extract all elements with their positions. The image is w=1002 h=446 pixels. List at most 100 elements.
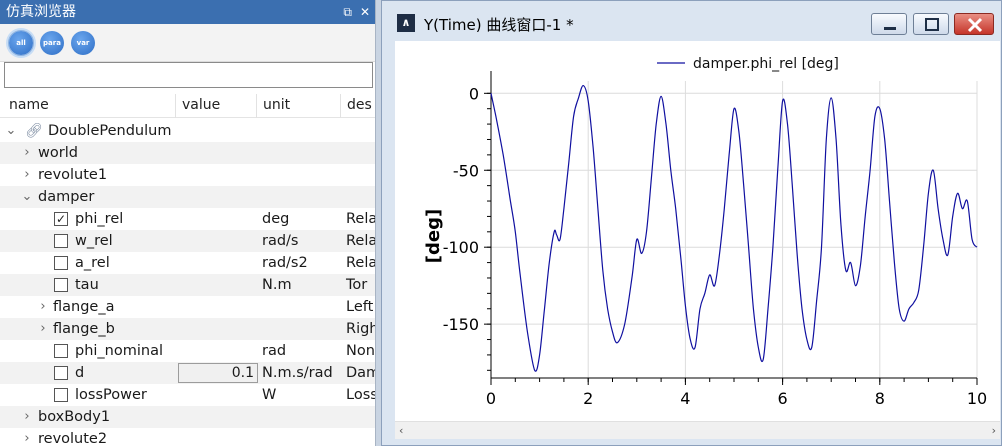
- description-cell: Tor: [346, 277, 368, 293]
- x-tick-label: 2: [583, 389, 593, 408]
- plot-checkbox[interactable]: [54, 234, 68, 248]
- tree-item-label: w_rel: [75, 233, 113, 249]
- description-cell: Loss: [346, 387, 376, 403]
- plot-checkbox-checked[interactable]: ✓: [54, 212, 68, 226]
- y-tick-label: -50: [453, 161, 479, 180]
- tree-row-world[interactable]: › world: [0, 142, 375, 164]
- tree-item-label: damper: [38, 189, 95, 205]
- grid: [490, 81, 978, 378]
- unit-cell: N.m: [262, 277, 292, 293]
- tree-row-d[interactable]: d 0.1 N.m.s/rad Dam: [0, 362, 375, 384]
- description-cell: Rela: [346, 211, 376, 227]
- close-panel-icon[interactable]: ✕: [360, 0, 370, 24]
- column-value-header[interactable]: value: [182, 97, 220, 113]
- scroll-right-icon[interactable]: ›: [992, 424, 996, 437]
- chevron-down-icon[interactable]: ⌄: [21, 186, 33, 208]
- description-cell: Righ: [346, 321, 376, 337]
- series-layer: [490, 85, 978, 372]
- tree-row-tau[interactable]: tau N.m Tor: [0, 274, 375, 296]
- minimize-button[interactable]: [871, 13, 907, 35]
- chevron-right-icon[interactable]: ›: [21, 428, 33, 446]
- parameter-value-input[interactable]: 0.1: [178, 363, 258, 383]
- chevron-right-icon[interactable]: ›: [21, 406, 33, 428]
- chevron-right-icon[interactable]: ›: [21, 142, 33, 164]
- filter-all-button[interactable]: all: [8, 29, 34, 56]
- chevron-right-icon[interactable]: ›: [21, 164, 33, 186]
- tree-row-w-rel[interactable]: w_rel rad/s Rela: [0, 230, 376, 252]
- description-cell: Rela: [346, 233, 376, 249]
- plot-checkbox[interactable]: [54, 344, 68, 358]
- tree-row-revolute2[interactable]: › revolute2: [0, 428, 375, 446]
- filter-var-button[interactable]: var: [71, 30, 95, 55]
- filter-para-button[interactable]: para: [40, 30, 64, 55]
- plot-area[interactable]: 0 2 4 6 8 10 0 -50 -100 -150 damper.phi_rel [deg]…: [395, 41, 1000, 421]
- tree-row-revolute1[interactable]: › revolute1: [0, 164, 375, 186]
- column-description-header[interactable]: des: [347, 97, 372, 113]
- description-cell: Dam: [346, 365, 375, 381]
- description-cell: Non: [346, 343, 375, 359]
- tree-row-losspower[interactable]: lossPower W Loss: [0, 384, 376, 406]
- model-link-icon: 🔗︎: [25, 123, 43, 139]
- tree-item-label: flange_a: [53, 299, 115, 315]
- browser-titlebar: 仿真浏览器 ⧉ ✕: [0, 0, 375, 24]
- unit-cell: rad: [262, 343, 287, 359]
- tree-item-label: world: [38, 145, 78, 161]
- y-tick-label: 0: [469, 84, 479, 103]
- unit-cell: deg: [262, 211, 290, 227]
- tree-item-label: phi_nominal: [75, 343, 163, 359]
- line-chart[interactable]: 0 2 4 6 8 10 0 -50 -100 -150 damper.phi_rel [deg]…: [395, 41, 1000, 421]
- chevron-down-icon[interactable]: ⌄: [5, 120, 17, 142]
- tree-item-label: revolute1: [38, 167, 108, 183]
- tree-row-phi-nominal[interactable]: phi_nominal rad Non: [0, 340, 375, 362]
- float-panel-icon[interactable]: ⧉: [343, 0, 352, 24]
- browser-title: 仿真浏览器: [6, 4, 76, 20]
- tree-row-flange-b[interactable]: › flange_b Righ: [0, 318, 376, 340]
- variable-tree: ⌄ 🔗︎ DoublePendulum › world › revolute1 …: [0, 120, 376, 446]
- plot-checkbox[interactable]: [54, 388, 68, 402]
- tree-row-flange-a[interactable]: › flange_a Left: [0, 296, 375, 318]
- unit-cell: N.m.s/rad: [262, 365, 333, 381]
- plot-checkbox[interactable]: [54, 366, 68, 380]
- plot-window: ∧ Y(Time) 曲线窗口-1 * 0 2 4 6 8 10 0 -50 -100 -150 d…: [381, 0, 1002, 446]
- tree-item-label: DoublePendulum: [48, 123, 172, 139]
- chevron-right-icon[interactable]: ›: [37, 296, 49, 318]
- x-tick-label: 10: [967, 389, 987, 408]
- y-tick-label: -100: [443, 238, 479, 257]
- plot-checkbox[interactable]: [54, 256, 68, 270]
- tree-column-header: name value unit des: [0, 94, 375, 118]
- chevron-right-icon[interactable]: ›: [37, 318, 49, 340]
- tree-item-label: tau: [75, 277, 99, 293]
- tree-item-label: boxBody1: [38, 409, 111, 425]
- description-cell: Left: [346, 299, 374, 315]
- series-line-damper-phi-rel: [490, 85, 978, 372]
- y-axis-label: [deg]: [423, 209, 444, 263]
- tree-row-damper[interactable]: ⌄ damper: [0, 186, 375, 208]
- horizontal-scrollbar[interactable]: ‹ ›: [395, 421, 1000, 439]
- tree-item-label: d: [75, 365, 85, 381]
- tree-item-label: a_rel: [75, 255, 110, 271]
- unit-cell: rad/s2: [262, 255, 308, 271]
- column-name-header[interactable]: name: [9, 97, 49, 113]
- tree-row-phi-rel[interactable]: ✓ phi_rel deg Rela: [0, 208, 376, 230]
- scroll-left-icon[interactable]: ‹: [399, 424, 403, 437]
- unit-cell: W: [262, 387, 277, 403]
- axes: 0 2 4 6 8 10 0 -50 -100 -150: [443, 71, 987, 408]
- modelica-logo-icon: ∧: [397, 14, 415, 32]
- column-unit-header[interactable]: unit: [263, 97, 290, 113]
- tree-row-a-rel[interactable]: a_rel rad/s2 Rela: [0, 252, 375, 274]
- plot-window-titlebar[interactable]: ∧ Y(Time) 曲线窗口-1 *: [382, 1, 1001, 41]
- close-button[interactable]: [954, 13, 994, 35]
- tree-row-doublependulum[interactable]: ⌄ 🔗︎ DoublePendulum: [0, 120, 375, 142]
- maximize-button[interactable]: [913, 13, 949, 35]
- tree-item-label: flange_b: [53, 321, 115, 337]
- search-input[interactable]: [4, 62, 373, 88]
- x-tick-label: 4: [680, 389, 690, 408]
- x-tick-label: 0: [486, 389, 496, 408]
- filter-toolbar: all para var: [0, 24, 375, 62]
- legend-series-label: damper.phi_rel [deg]: [693, 56, 839, 72]
- plot-checkbox[interactable]: [54, 278, 68, 292]
- tree-row-boxbody1[interactable]: › boxBody1: [0, 406, 375, 428]
- simulation-browser-panel: 仿真浏览器 ⧉ ✕ all para var name value unit d…: [0, 0, 376, 446]
- tree-item-label: lossPower: [75, 387, 147, 403]
- y-tick-label: -150: [443, 315, 479, 334]
